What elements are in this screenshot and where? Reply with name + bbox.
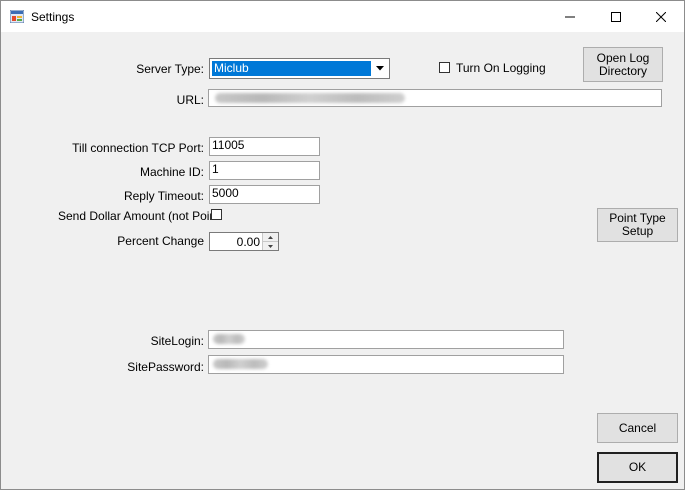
till-port-label: Till connection TCP Port: — [72, 141, 204, 155]
title-bar[interactable]: Settings — [1, 1, 684, 32]
spinner-up-button[interactable] — [263, 233, 278, 242]
redacted-login — [213, 334, 245, 344]
site-password-input[interactable] — [208, 355, 564, 374]
redacted-password — [213, 359, 268, 369]
machine-id-label: Machine ID: — [139, 165, 204, 179]
reply-timeout-input[interactable]: 5000 — [209, 185, 320, 204]
till-port-input[interactable]: 11005 — [209, 137, 320, 156]
site-login-label: SiteLogin: — [150, 334, 204, 348]
cancel-button[interactable]: Cancel — [597, 413, 678, 443]
reply-timeout-label: Reply Timeout: — [123, 189, 204, 203]
spinner-up-icon — [268, 235, 273, 239]
maximize-button[interactable] — [593, 1, 639, 32]
cancel-button-label: Cancel — [618, 420, 657, 435]
maximize-icon — [611, 11, 621, 22]
open-log-button-line2: Directory — [598, 63, 647, 78]
site-login-input[interactable] — [208, 330, 564, 349]
close-button[interactable] — [638, 1, 684, 32]
percent-change-label: Percent Change — [117, 234, 204, 248]
turn-on-logging-label: Turn On Logging — [456, 61, 546, 75]
open-log-button-line1: Open Log — [596, 50, 650, 65]
machine-id-input[interactable]: 1 — [209, 161, 320, 180]
point-type-setup-button[interactable]: Point Type Setup — [597, 208, 678, 242]
server-type-select[interactable]: Miclub — [209, 58, 390, 79]
minimize-icon — [565, 16, 575, 17]
till-port-value: 11005 — [212, 138, 245, 152]
site-password-label: SitePassword: — [127, 360, 204, 374]
ok-button-label: OK — [628, 460, 647, 474]
close-icon — [656, 11, 666, 22]
percent-change-spinner[interactable]: 0.00 — [209, 232, 279, 251]
minimize-button[interactable] — [547, 1, 593, 32]
url-input[interactable] — [208, 89, 662, 107]
ok-button[interactable]: OK — [597, 452, 678, 483]
chevron-down-icon — [376, 66, 384, 71]
url-label: URL: — [176, 93, 204, 107]
settings-window: Settings Server Type: Miclub Turn On Log… — [0, 0, 685, 490]
redacted-url — [215, 93, 405, 103]
spinner-down-button[interactable] — [263, 242, 278, 250]
percent-change-value: 0.00 — [236, 235, 260, 249]
send-dollar-label: Send Dollar Amount (not Point — [58, 209, 220, 223]
settings-app-icon — [10, 10, 24, 23]
dropdown-arrow-button[interactable] — [372, 60, 388, 77]
machine-id-value: 1 — [212, 162, 219, 176]
turn-on-logging-checkbox[interactable] — [439, 62, 450, 73]
server-type-value: Miclub — [212, 61, 371, 76]
spinner-down-icon — [268, 244, 273, 248]
server-type-label: Server Type: — [136, 62, 204, 76]
open-log-directory-button[interactable]: Open Log Directory — [583, 47, 663, 82]
spinner-buttons — [262, 233, 278, 250]
point-type-button-line2: Setup — [621, 224, 654, 238]
window-title: Settings — [31, 10, 75, 24]
reply-timeout-value: 5000 — [212, 186, 239, 200]
send-dollar-checkbox[interactable] — [211, 209, 222, 220]
